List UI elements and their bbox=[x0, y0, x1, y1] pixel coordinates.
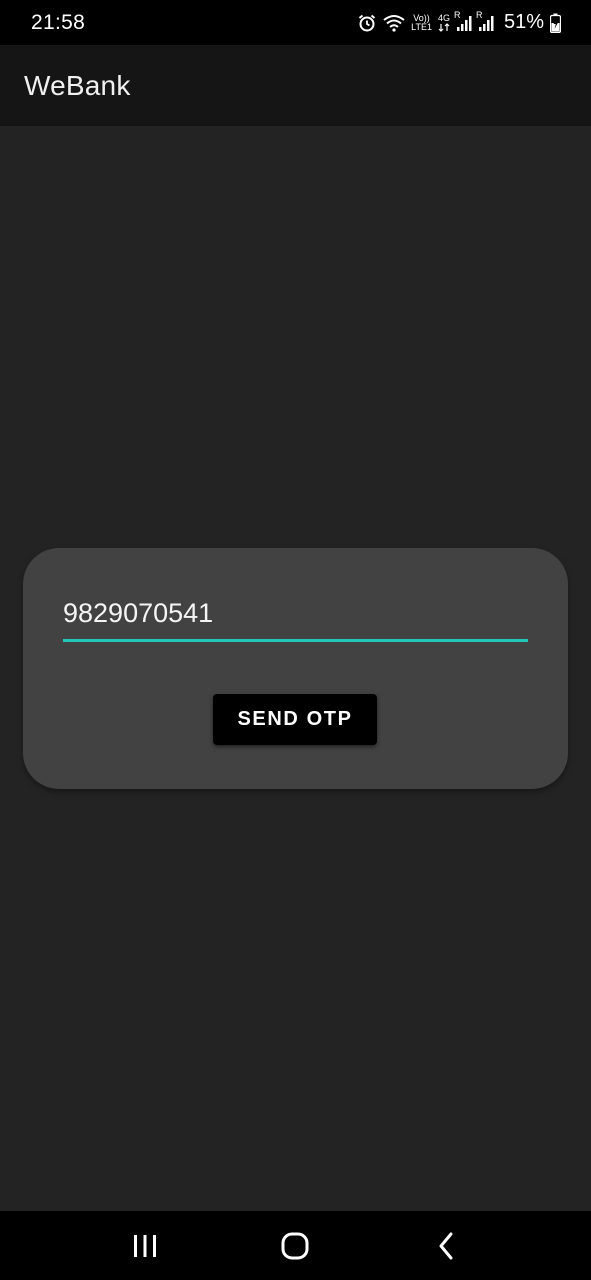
back-button[interactable] bbox=[416, 1216, 476, 1276]
battery-percent: 51% bbox=[503, 11, 544, 33]
send-otp-button[interactable]: SEND OTP bbox=[213, 694, 377, 745]
phone-number-input[interactable] bbox=[63, 594, 528, 642]
recents-icon bbox=[134, 1234, 157, 1257]
recents-button[interactable] bbox=[115, 1216, 175, 1276]
wifi-icon bbox=[383, 14, 405, 32]
signal-icon-1: R bbox=[454, 10, 472, 32]
battery-charging-icon bbox=[550, 13, 561, 33]
back-icon bbox=[439, 1232, 453, 1259]
home-icon bbox=[281, 1232, 309, 1259]
app-title: WeBank bbox=[24, 69, 131, 101]
screen: 21:58 Vo)) LTE1 4G R R 51% WeBank 982907… bbox=[0, 0, 591, 1280]
network-4g-icon: 4G bbox=[438, 13, 450, 32]
navigation-bar bbox=[0, 1211, 591, 1280]
signal-icon-2: R bbox=[476, 10, 494, 32]
volte-icon: Vo)) LTE1 bbox=[411, 12, 432, 32]
status-icons: Vo)) LTE1 4G R R 51% bbox=[357, 10, 561, 34]
status-time: 21:58 bbox=[31, 10, 86, 34]
app-bar: WeBank bbox=[0, 45, 591, 126]
home-button[interactable] bbox=[265, 1216, 325, 1276]
alarm-icon bbox=[357, 13, 377, 33]
status-bar: 21:58 Vo)) LTE1 4G R R 51% bbox=[0, 0, 591, 45]
otp-card: SEND OTP bbox=[23, 548, 568, 789]
